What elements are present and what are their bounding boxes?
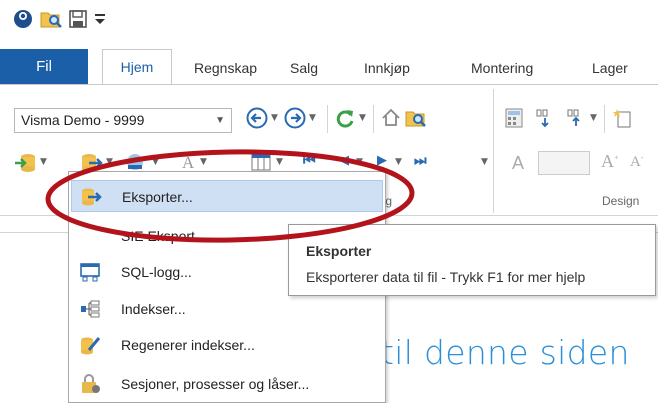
import-icon[interactable]: [14, 151, 38, 173]
company-selector-value: Visma Demo - 9999: [21, 112, 145, 128]
font-dropdown-icon[interactable]: ▼: [200, 157, 207, 167]
ribbon-tab-bar: Fil Hjem Regnskap Salg Innkjøp Montering…: [0, 40, 658, 85]
previous-dropdown-icon[interactable]: ▼: [356, 157, 363, 167]
menu-item-indekser[interactable]: Indekser...: [71, 293, 383, 325]
folder-search-icon[interactable]: [39, 9, 63, 29]
quick-access-toolbar: [0, 0, 658, 40]
tools-icon[interactable]: [124, 151, 146, 173]
next-record-icon[interactable]: ▶: [377, 153, 387, 168]
app-logo-icon[interactable]: [13, 9, 33, 29]
tooltip-title: Eksporter: [306, 243, 372, 259]
search-folder-icon[interactable]: [404, 107, 428, 129]
ribbon-group-label-design: Design: [602, 194, 640, 208]
grow-font-icon[interactable]: A+: [601, 151, 619, 172]
tab-salg[interactable]: Salg: [290, 60, 318, 76]
menu-item-label: Sesjoner, prosesser og låser...: [121, 376, 310, 392]
calculator-icon[interactable]: [503, 107, 525, 129]
import-dropdown-icon[interactable]: ▼: [40, 157, 47, 167]
tab-innkjop[interactable]: Innkjøp: [364, 60, 410, 76]
tooltip-description: Eksporterer data til fil - Trykk F1 for …: [306, 269, 586, 285]
previous-record-icon[interactable]: ◀: [339, 153, 349, 168]
last-dropdown-icon[interactable]: ▼: [481, 157, 488, 167]
export-icon[interactable]: [80, 151, 104, 173]
forward-dropdown-icon[interactable]: ▼: [309, 113, 316, 123]
sessions-lock-icon: [82, 374, 100, 393]
sort-down-icon[interactable]: [534, 107, 556, 129]
refresh-dropdown-icon[interactable]: ▼: [359, 113, 366, 123]
save-icon[interactable]: [68, 9, 88, 29]
back-dropdown-icon[interactable]: ▼: [271, 113, 278, 123]
customize-toolbar-icon[interactable]: [93, 10, 107, 26]
sort-dropdown-icon[interactable]: ▼: [590, 113, 597, 123]
first-record-icon[interactable]: ⏮: [303, 153, 316, 169]
font-style-icon[interactable]: A: [512, 153, 524, 174]
refresh-icon[interactable]: [334, 107, 356, 129]
export-tooltip: Eksporter Eksporterer data til fil - Try…: [288, 224, 656, 296]
menu-item-label: Eksporter...: [122, 189, 193, 205]
tab-fil[interactable]: Fil: [0, 49, 88, 84]
tab-regnskap[interactable]: Regnskap: [194, 60, 257, 76]
index-icon: [81, 300, 100, 318]
export-arrow-icon: [82, 188, 102, 206]
forward-icon[interactable]: [284, 107, 306, 129]
font-color-icon[interactable]: A: [182, 153, 194, 173]
font-size-field[interactable]: [538, 151, 590, 175]
export-dropdown-icon[interactable]: ▼: [106, 157, 113, 167]
menu-item-label: Indekser...: [121, 301, 186, 317]
menu-item-eksporter[interactable]: Eksporter...: [71, 180, 383, 212]
chevron-down-icon: ▼: [215, 115, 225, 126]
shrink-font-icon[interactable]: A-: [630, 153, 644, 171]
new-record-icon[interactable]: [612, 107, 634, 129]
sql-log-icon: [80, 263, 100, 282]
back-icon[interactable]: [246, 107, 268, 129]
last-record-icon[interactable]: ⏭: [414, 153, 427, 169]
regenerate-index-icon: [81, 337, 101, 355]
tools-dropdown-icon[interactable]: ▼: [152, 157, 159, 167]
menu-item-regenerer-indekser[interactable]: Regenerer indekser...: [71, 329, 383, 361]
menu-item-label: SIE Eksport...: [121, 228, 207, 244]
sort-up-icon[interactable]: [565, 107, 587, 129]
menu-item-label: Regenerer indekser...: [121, 337, 255, 353]
company-selector[interactable]: Visma Demo - 9999 ▼: [14, 108, 232, 133]
tab-hjem[interactable]: Hjem: [102, 49, 172, 85]
tab-montering[interactable]: Montering: [471, 60, 533, 76]
menu-item-sesjoner[interactable]: Sesjoner, prosesser og låser...: [71, 368, 383, 400]
grid-layout-icon[interactable]: [250, 151, 272, 173]
home-icon[interactable]: [380, 107, 402, 129]
menu-item-label: SQL-logg...: [121, 264, 192, 280]
next-dropdown-icon[interactable]: ▼: [395, 157, 402, 167]
page-heading: til denne siden: [381, 333, 630, 372]
grid-dropdown-icon[interactable]: ▼: [276, 157, 283, 167]
tab-lager[interactable]: Lager: [592, 60, 628, 76]
